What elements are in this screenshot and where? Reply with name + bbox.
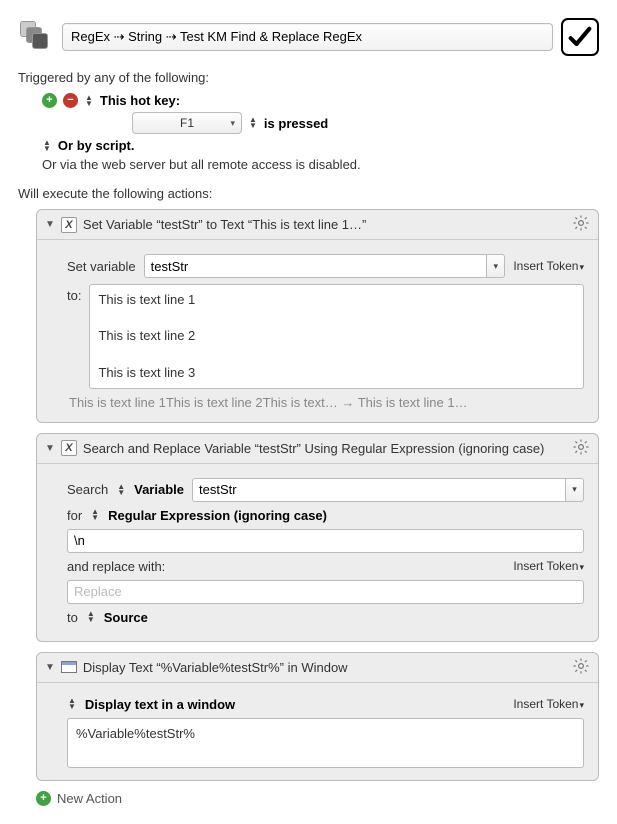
gear-icon[interactable] <box>572 438 590 459</box>
action-header[interactable]: ▼ Display Text “%Variable%testStr%” in W… <box>37 653 598 683</box>
to-label: to: <box>67 284 81 303</box>
display-mode-stepper[interactable]: ▲▼ <box>67 698 77 710</box>
triggers-intro: Triggered by any of the following: <box>18 70 599 85</box>
new-action-label: New Action <box>57 791 122 806</box>
variable-icon: X <box>61 217 77 233</box>
hotkey-field[interactable]: F1 ▾ <box>132 112 242 134</box>
variable-picker-dropdown[interactable]: ▾ <box>566 478 584 502</box>
pressed-stepper[interactable]: ▲▼ <box>248 117 258 129</box>
action-title: Set Variable “testStr” to Text “This is … <box>83 217 566 232</box>
action-display-text: ▼ Display Text “%Variable%testStr%” in W… <box>36 652 599 781</box>
regex-label: Regular Expression (ignoring case) <box>108 508 327 523</box>
gear-icon[interactable] <box>572 214 590 235</box>
plus-icon: + <box>36 791 51 806</box>
replace-input[interactable] <box>67 580 584 604</box>
search-variable-input[interactable] <box>192 478 566 502</box>
enabled-toggle[interactable] <box>561 18 599 56</box>
variable-label: Variable <box>134 482 184 497</box>
disclosure-icon[interactable]: ▼ <box>45 443 55 454</box>
pressed-label: is pressed <box>264 116 328 131</box>
actions-intro: Will execute the following actions: <box>18 186 599 201</box>
dest-stepper[interactable]: ▲▼ <box>86 611 96 623</box>
remove-trigger-icon[interactable]: − <box>63 93 78 108</box>
script-label: Or by script. <box>58 138 135 153</box>
variable-name-input[interactable] <box>144 254 488 278</box>
macro-title-input[interactable] <box>62 23 553 51</box>
add-trigger-icon[interactable]: + <box>42 93 57 108</box>
regex-input[interactable] <box>67 529 584 553</box>
insert-token-button[interactable]: Insert Token▾ <box>513 697 584 711</box>
search-scope-stepper[interactable]: ▲▼ <box>116 484 126 496</box>
action-header[interactable]: ▼ X Search and Replace Variable “testStr… <box>37 434 598 464</box>
search-label: Search <box>67 482 108 497</box>
source-label: Source <box>104 610 148 625</box>
action-header[interactable]: ▼ X Set Variable “testStr” to Text “This… <box>37 210 598 240</box>
insert-token-button[interactable]: Insert Token▾ <box>513 559 584 573</box>
action-set-variable: ▼ X Set Variable “testStr” to Text “This… <box>36 209 599 423</box>
gear-icon[interactable] <box>572 657 590 678</box>
replace-with-label: and replace with: <box>67 559 505 574</box>
action-search-replace: ▼ X Search and Replace Variable “testStr… <box>36 433 599 642</box>
text-body-input[interactable]: This is text line 1 This is text line 2 … <box>89 284 584 389</box>
variable-icon: X <box>61 440 77 456</box>
to-label: to <box>67 610 78 625</box>
disclosure-icon[interactable]: ▼ <box>45 662 55 673</box>
insert-token-button[interactable]: Insert Token▾ <box>513 259 584 273</box>
display-mode-label: Display text in a window <box>85 697 505 712</box>
disclosure-icon[interactable]: ▼ <box>45 219 55 230</box>
preview-text: This is text line 1This is text line 2Th… <box>67 395 584 410</box>
for-label: for <box>67 508 82 523</box>
hotkey-value: F1 <box>180 116 194 130</box>
window-icon <box>61 661 77 673</box>
set-variable-label: Set variable <box>67 259 136 274</box>
hotkey-label: This hot key: <box>100 93 180 108</box>
action-title: Display Text “%Variable%testStr%” in Win… <box>83 660 566 675</box>
webserver-note: Or via the web server but all remote acc… <box>42 157 361 172</box>
macro-group-icon <box>18 19 54 55</box>
action-title: Search and Replace Variable “testStr” Us… <box>83 441 566 456</box>
trigger-type-stepper[interactable]: ▲▼ <box>84 95 94 107</box>
display-text-input[interactable]: %Variable%testStr% <box>67 718 584 768</box>
match-type-stepper[interactable]: ▲▼ <box>90 509 100 521</box>
script-stepper[interactable]: ▲▼ <box>42 140 52 152</box>
new-action-button[interactable]: + New Action <box>36 791 599 806</box>
variable-picker-dropdown[interactable]: ▾ <box>487 254 505 278</box>
